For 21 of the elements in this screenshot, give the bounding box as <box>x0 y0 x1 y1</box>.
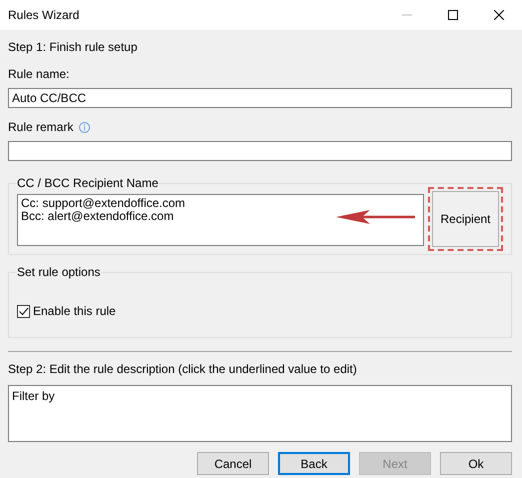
description-box: Filter by <box>8 385 512 442</box>
dialog-button[interactable]: Ok <box>440 452 512 475</box>
dialog-button[interactable]: Back <box>278 452 350 475</box>
checkbox-label: Enable this rule <box>33 304 116 318</box>
recipient-line: Cc: support@extendoffice.com <box>21 197 186 210</box>
recipient-line: Bcc: alert@extendoffice.com <box>21 210 174 223</box>
window-title: Rules Wizard <box>8 8 80 22</box>
checkbox[interactable] <box>17 304 30 318</box>
recipient-text-box[interactable]: Cc: support@extendoffice.com Bcc: alert@extendoffice.com <box>17 194 424 246</box>
field-label: Rule remark <box>8 120 74 135</box>
maximize-icon <box>448 10 458 20</box>
group-legend: Set rule options <box>16 265 102 280</box>
close-icon <box>494 10 504 20</box>
rule-remark-field[interactable] <box>8 141 512 161</box>
rule-name-field[interactable]: Auto CC/BCC <box>8 88 512 108</box>
dialog-button[interactable]: Cancel <box>197 452 269 475</box>
group-legend: CC / BCC Recipient Name <box>16 176 160 191</box>
field-label: Rule name: <box>8 67 70 82</box>
step-heading: Step 2: Edit the rule description (click the underlined value to edit) <box>8 362 358 377</box>
step-heading: Step 1: Finish rule setup <box>8 40 138 55</box>
recipient-button[interactable]: Recipient <box>432 191 499 247</box>
